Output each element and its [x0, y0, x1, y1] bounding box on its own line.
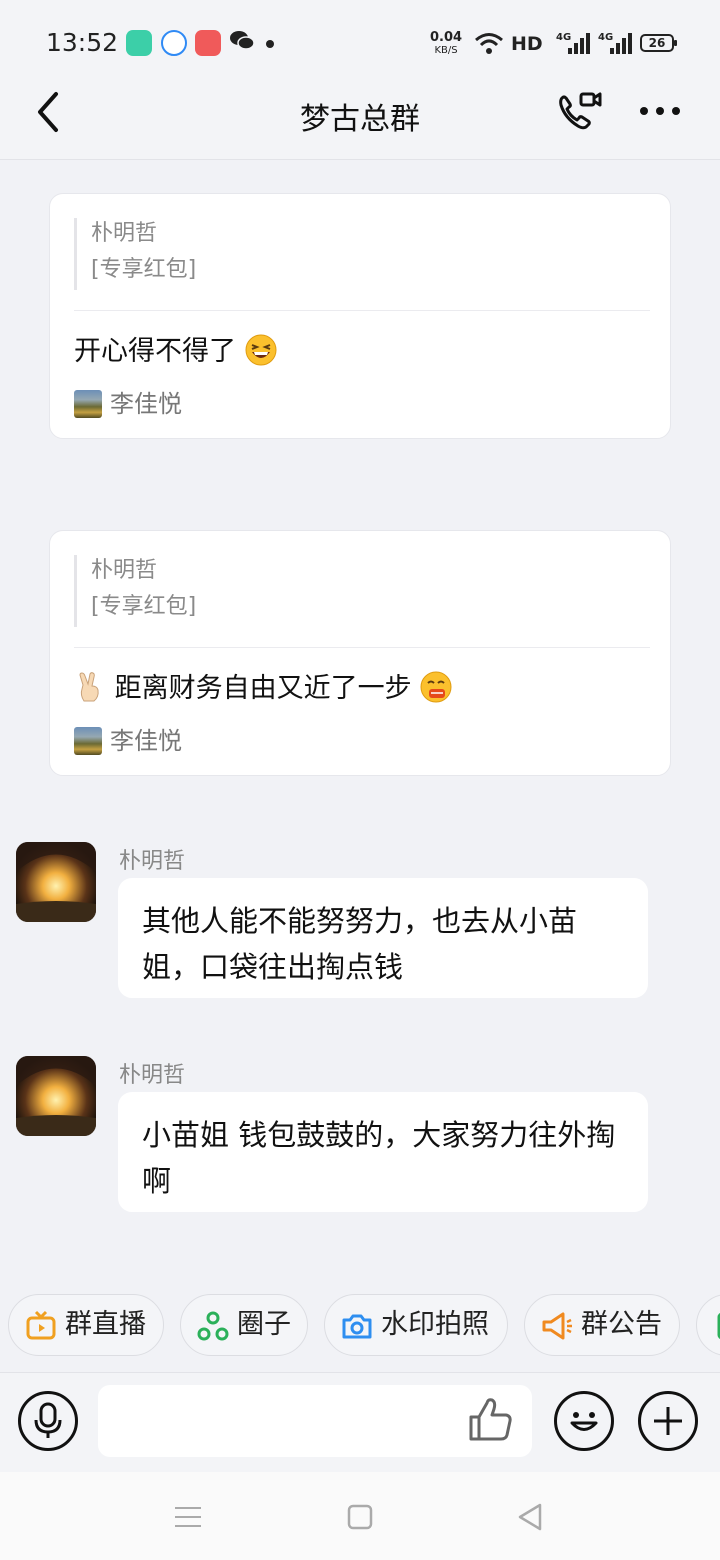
quote-block: 朴明哲 [专享红包]: [74, 555, 196, 627]
chip-label: 水印拍照: [381, 1309, 489, 1340]
wechat-icon: [230, 31, 255, 50]
status-bar: 13:52 0.04 KB/S HD 4G 4G 26: [0, 0, 720, 88]
sunset-wave-avatar-icon: [16, 1056, 96, 1136]
card-message: 开心得不得了: [74, 334, 277, 370]
divider: [74, 647, 650, 648]
network-speed-unit: KB/S: [434, 45, 458, 56]
notes-app-icon: [126, 30, 152, 56]
sunset-wave-avatar-icon: [16, 842, 96, 922]
circle-nodes-icon: [197, 1311, 229, 1341]
card-message-text: 开心得不得了: [74, 336, 236, 367]
group-notice-chip[interactable]: 群公告: [524, 1294, 680, 1356]
page-title: 梦古总群: [300, 102, 420, 137]
megaphone-icon: [542, 1312, 572, 1340]
quoted-red-packet-card[interactable]: 朴明哲 [专享红包] 开心得不得了 李佳悦: [49, 193, 671, 439]
quote-block: 朴明哲 [专享红包]: [74, 218, 196, 290]
emoji-button[interactable]: [554, 1391, 614, 1451]
sender-name: 朴明哲: [119, 1063, 186, 1088]
chat-header: 梦古总群: [0, 88, 720, 160]
message-bubble[interactable]: 其他人能不能努努力，也去从小苗姐，口袋往出掏点钱: [118, 878, 648, 998]
video-app-icon: [195, 30, 221, 56]
back-triangle-icon[interactable]: [514, 1500, 548, 1534]
victory-hand-emoji-icon: [79, 672, 99, 702]
card-author: 李佳悦: [74, 384, 182, 418]
watermark-camera-chip[interactable]: 水印拍照: [324, 1294, 508, 1356]
author-name: 李佳悦: [110, 727, 182, 755]
sender-avatar[interactable]: [16, 1056, 96, 1136]
quote-sender: 朴明哲: [91, 558, 158, 583]
chip-label: 群公告: [581, 1309, 662, 1340]
quick-action-bar: 群直播 圈子 水印拍照 群公告: [0, 1290, 720, 1360]
more-options-icon[interactable]: [636, 96, 684, 126]
home-icon[interactable]: [343, 1500, 377, 1534]
chip-label: 圈子: [237, 1309, 291, 1340]
quoted-red-packet-card[interactable]: 朴明哲 [专享红包] 距离财务自由又近了一步 李佳悦: [49, 530, 671, 776]
hd-indicator: HD: [511, 33, 543, 55]
author-name: 李佳悦: [110, 390, 182, 418]
circle-chip[interactable]: 圈子: [180, 1294, 308, 1356]
signal-4g-plus-icon: 4G: [598, 32, 632, 54]
sender-avatar[interactable]: [16, 842, 96, 922]
tv-icon: [26, 1310, 56, 1340]
more-notifications-dot: [266, 40, 274, 48]
system-nav-bar: [0, 1472, 720, 1560]
input-bar: [0, 1372, 720, 1472]
wifi-icon: [475, 33, 503, 54]
camera-icon: [342, 1314, 372, 1339]
status-time: 13:52: [46, 28, 119, 57]
battery-indicator: 26: [640, 34, 677, 52]
signal-4g-icon: 4G: [556, 32, 590, 54]
quote-sender: 朴明哲: [91, 221, 158, 246]
card-message: 距离财务自由又近了一步: [74, 671, 452, 707]
quote-text: [专享红包]: [91, 594, 197, 619]
group-live-chip[interactable]: 群直播: [8, 1294, 164, 1356]
message-bubble[interactable]: 小苗姐 钱包鼓鼓的，大家努力往外掏啊: [118, 1092, 648, 1212]
author-avatar: [74, 390, 102, 418]
card-author: 李佳悦: [74, 721, 182, 755]
plus-icon: [654, 1407, 682, 1435]
add-button[interactable]: [638, 1391, 698, 1451]
browser-app-icon: [161, 30, 187, 56]
video-call-icon[interactable]: [554, 88, 602, 136]
laughing-emoji-icon: [245, 334, 277, 366]
money-mouth-emoji-icon: [420, 671, 452, 703]
network-speed-value: 0.04: [430, 30, 463, 45]
network-speed: 0.04 KB/S: [430, 31, 462, 57]
smiley-icon: [570, 1412, 598, 1431]
card-message-text: 距离财务自由又近了一步: [114, 673, 412, 704]
thumbs-up-icon[interactable]: [466, 1395, 516, 1445]
author-avatar: [74, 727, 102, 755]
green-doc-icon: [717, 1312, 720, 1340]
svg-text:4G: 4G: [598, 32, 613, 43]
divider: [74, 310, 650, 311]
menu-icon[interactable]: [171, 1500, 205, 1534]
more-actions-chip[interactable]: [696, 1294, 720, 1356]
voice-button[interactable]: [18, 1391, 78, 1451]
sender-name: 朴明哲: [119, 849, 186, 874]
svg-text:4G: 4G: [556, 32, 571, 43]
chip-label: 群直播: [65, 1309, 146, 1340]
quote-text: [专享红包]: [91, 257, 197, 282]
microphone-icon: [34, 1402, 62, 1438]
